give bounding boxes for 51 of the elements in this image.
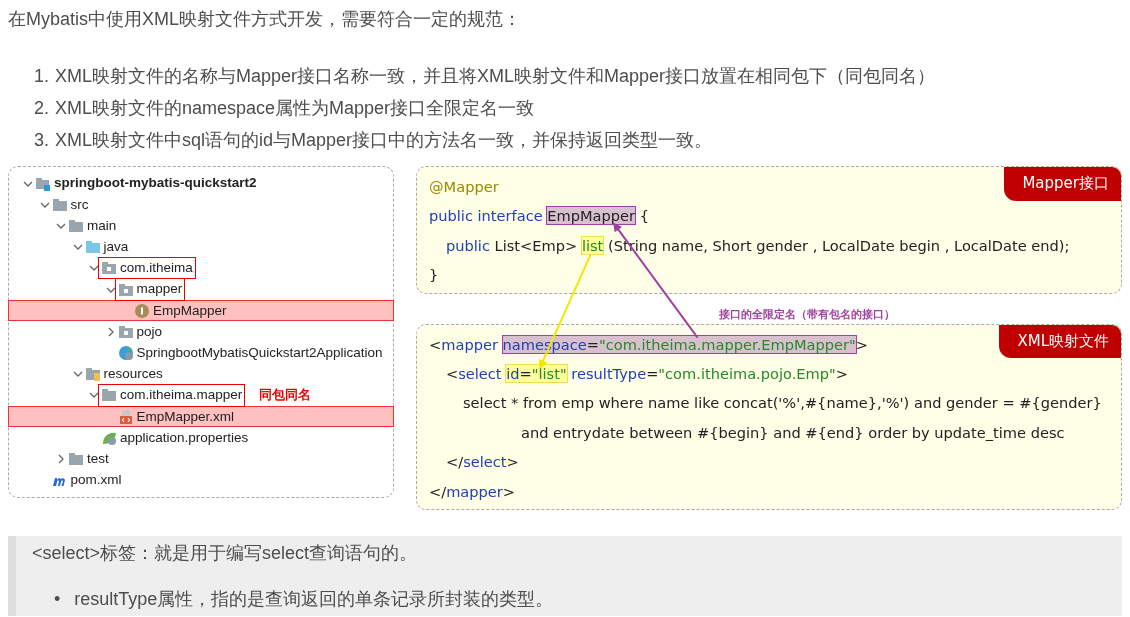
code-line: </select> xyxy=(445,452,519,473)
tree-item[interactable]: src xyxy=(70,194,89,215)
xml-file-icon xyxy=(117,408,134,425)
tree-item[interactable]: SpringbootMybatisQuickstart2Application xyxy=(136,342,383,364)
list-number: 1. xyxy=(34,65,49,88)
callout-text: 接口的全限定名（带有包名的接口） xyxy=(719,306,895,322)
tree-item[interactable]: application.properties xyxy=(120,427,249,448)
class-icon xyxy=(117,345,134,362)
tree-item[interactable]: com.itheima.mapper xyxy=(120,385,243,406)
tag-label: XML映射文件 xyxy=(999,324,1121,359)
folder-icon xyxy=(101,387,117,404)
module-icon xyxy=(35,175,51,192)
code-line: } xyxy=(429,265,439,286)
code-line: @Mapper xyxy=(429,177,499,197)
bullet-text: resultType属性，指的是查询返回的单条记录所封装的类型。 xyxy=(74,588,554,612)
package-icon xyxy=(117,281,134,298)
code-line: <select id="list" resultType="com.itheima.pojo.Emp"> xyxy=(445,364,848,385)
tree-item[interactable]: com.itheima xyxy=(120,258,193,279)
chevron-right-icon[interactable] xyxy=(56,454,66,465)
tree-item[interactable]: pojo xyxy=(136,321,163,343)
intro-text: 在Mybatis中使用XML映射文件方式开发，需要符合一定的规范： xyxy=(8,8,523,31)
package-icon xyxy=(101,260,117,277)
code-line: select * from emp where name like concat('%',#{name},'%') and gender = #{gender} xyxy=(462,393,1102,414)
list-number: 3. xyxy=(34,129,49,152)
rule-text: XML映射文件中sql语句的id与Mapper接口中的方法名一致，并保持返回类型一致。 xyxy=(55,129,713,152)
code-line: and entrydate between #{begin} and #{end} order by update_time desc xyxy=(520,422,1065,443)
tree-item[interactable]: resources xyxy=(103,364,163,385)
folder-icon xyxy=(51,196,68,213)
tree-item[interactable]: EmpMapper.xml xyxy=(136,406,235,427)
tree-item[interactable]: test xyxy=(87,448,109,470)
code-line: public interface EmpMapper { xyxy=(429,206,649,227)
folder-icon xyxy=(84,239,101,256)
code-line: </mapper> xyxy=(429,481,516,502)
tag-label: Mapper接口 xyxy=(1004,167,1121,201)
tree-item[interactable]: springboot-mybatis-quickstart2 xyxy=(54,173,257,194)
rule-text: XML映射文件的namespace属性为Mapper接口全限定名一致 xyxy=(55,97,535,120)
list-number: 2. xyxy=(34,97,49,120)
package-icon xyxy=(117,323,134,340)
folder-icon xyxy=(68,217,84,234)
annotation-text: 同包同名 xyxy=(259,387,312,405)
folder-icon xyxy=(68,451,84,468)
bullet-marker: • xyxy=(54,588,61,612)
tree-item[interactable]: java xyxy=(103,237,129,258)
interface-icon xyxy=(134,302,150,319)
rule-text: XML映射文件的名称与Mapper接口名称一致，并且将XML映射文件和Mapper接口放置在相同包下（同包同名） xyxy=(55,65,936,88)
tree-item[interactable]: mapper xyxy=(136,279,183,300)
tree-item[interactable]: main xyxy=(87,215,117,237)
quote-text: <select>标签：就是用于编写select查询语句的。 xyxy=(32,542,419,566)
tree-item[interactable]: EmpMapper xyxy=(153,300,227,321)
tree-item[interactable]: pom.xml xyxy=(70,470,122,491)
folder-icon xyxy=(84,366,101,383)
